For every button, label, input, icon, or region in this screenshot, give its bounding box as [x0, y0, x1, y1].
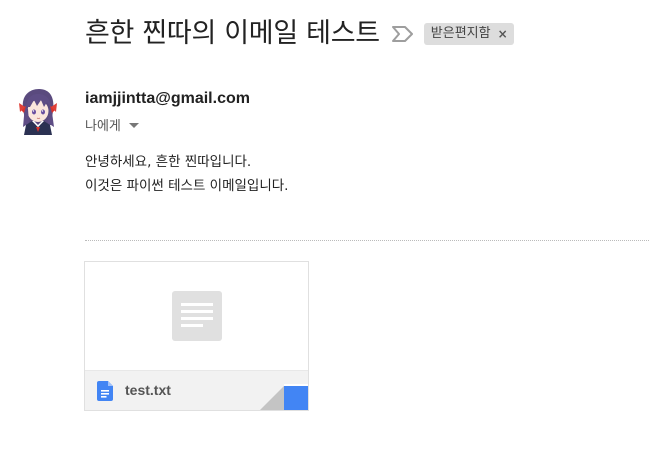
attachment-card[interactable]: test.txt	[84, 261, 309, 411]
caret-down-icon[interactable]	[128, 123, 139, 128]
body-line: 안녕하세요, 흔한 찐따입니다.	[85, 154, 252, 170]
body-line: 이것은 파이썬 테스트 이메일입니다.	[85, 178, 289, 194]
email-view: 흔한 찐따의 이메일 테스트 받은편지함 × iamjjintta@gmail.…	[0, 0, 649, 461]
attachments-divider	[85, 240, 649, 241]
google-docs-icon	[97, 381, 113, 401]
document-preview-icon	[172, 291, 222, 341]
remove-label-icon[interactable]: ×	[498, 27, 508, 41]
attachment-filename: test.txt	[125, 382, 171, 398]
attachment-preview[interactable]	[85, 262, 308, 370]
subject-row: 흔한 찐따의 이메일 테스트 받은편지함 ×	[85, 14, 514, 54]
recipient-label: 나에게	[85, 119, 121, 134]
importance-marker-icon[interactable]	[391, 24, 414, 44]
email-body: 안녕하세요, 흔한 찐따입니다. 이것은 파이썬 테스트 이메일입니다.	[85, 150, 288, 198]
file-type-corner-icon	[260, 384, 308, 410]
label-chip-inbox[interactable]: 받은편지함 ×	[423, 23, 514, 45]
email-subject: 흔한 찐따의 이메일 테스트	[85, 18, 380, 49]
label-chip-text: 받은편지함	[430, 26, 491, 41]
sender-email: iamjjintta@gmail.com	[85, 90, 250, 107]
sender-avatar[interactable]	[18, 87, 58, 135]
recipient-details-toggle[interactable]: 나에게	[85, 115, 139, 134]
